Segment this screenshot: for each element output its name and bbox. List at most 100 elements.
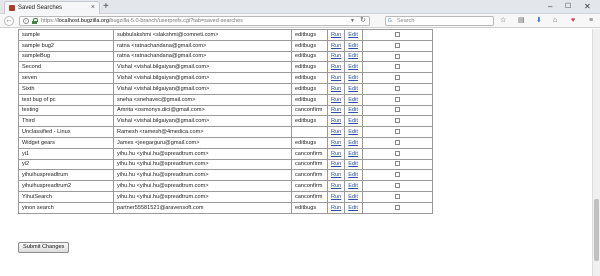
table-row: test bug of pc sneha <snehavec@gmail.com>… <box>18 93 434 106</box>
run-link[interactable]: Run <box>326 29 346 41</box>
show-in-footer-checkbox[interactable] <box>395 96 401 102</box>
table-row: sampleBug ratna <ratnachandana@gmail.com>… <box>18 50 434 63</box>
search-owner: sneha <snehavec@gmail.com> <box>113 93 292 106</box>
search-owner: yihu.hu <yihui.hu@spreadtrum.com> <box>113 180 292 192</box>
show-in-footer-cell <box>362 29 434 41</box>
run-link[interactable]: Run <box>326 126 346 138</box>
maximize-window-icon[interactable]: ☐ <box>565 2 571 12</box>
show-in-footer-checkbox[interactable] <box>395 129 401 135</box>
table-row: Third Vishal <vishal.bilgaiyan@gmail.com>… <box>18 115 434 128</box>
submit-changes-button[interactable]: Submit Changes <box>18 242 70 253</box>
show-in-footer-checkbox[interactable] <box>395 107 401 113</box>
table-row: Second Vishal <vishal.bilgaiyan@gmail.com… <box>18 61 434 74</box>
edit-link[interactable]: Edit <box>344 136 364 149</box>
run-link[interactable]: Run <box>326 104 346 117</box>
download-arrow-icon[interactable]: ⬇ <box>536 17 542 25</box>
url-bar[interactable]: i https://localhost.bugzilla.org/bugzill… <box>19 16 370 26</box>
run-link[interactable]: Run <box>326 190 346 203</box>
edit-link[interactable]: Edit <box>344 82 364 95</box>
search-name: Second <box>18 61 114 74</box>
site-info-icon[interactable]: i <box>23 18 29 24</box>
run-link[interactable]: Run <box>326 147 346 160</box>
search-name: Sixth <box>18 82 114 95</box>
show-in-footer-cell <box>362 201 434 214</box>
edit-link[interactable]: Edit <box>344 104 364 117</box>
show-in-footer-checkbox[interactable] <box>395 150 401 156</box>
run-link[interactable]: Run <box>326 39 346 52</box>
home-icon[interactable]: ⌂ <box>553 17 557 25</box>
hamburger-menu-icon[interactable]: ≡ <box>589 17 593 25</box>
search-bar[interactable]: G Search <box>385 16 494 26</box>
search-name: test bug of pc <box>18 93 114 106</box>
show-in-footer-checkbox[interactable] <box>395 118 401 124</box>
run-link[interactable]: Run <box>326 136 346 149</box>
search-group: editbugs <box>291 93 328 106</box>
reload-icon[interactable]: ↻ <box>360 17 366 25</box>
close-window-icon[interactable]: ✕ <box>584 2 591 12</box>
back-arrow-icon[interactable]: ← <box>4 16 14 26</box>
show-in-footer-cell <box>362 39 434 52</box>
show-in-footer-checkbox[interactable] <box>395 31 401 37</box>
show-in-footer-checkbox[interactable] <box>395 172 401 178</box>
edit-link[interactable]: Edit <box>344 180 364 192</box>
search-group: canconfirm <box>291 104 328 117</box>
table-row: YihuiSearch yihu.hu <yihui.hu@spreadtrum.… <box>18 190 434 203</box>
run-link[interactable]: Run <box>326 158 346 171</box>
show-in-footer-cell <box>362 50 434 63</box>
show-in-footer-checkbox[interactable] <box>395 64 401 70</box>
run-link[interactable]: Run <box>326 115 346 128</box>
run-link[interactable]: Run <box>326 180 346 192</box>
edit-link[interactable]: Edit <box>344 126 364 138</box>
run-link[interactable]: Run <box>326 93 346 106</box>
edit-link[interactable]: Edit <box>344 147 364 160</box>
saved-searches-rows: sample subbulakshmi <slakshmi@comneti.com… <box>18 29 434 214</box>
edit-link[interactable]: Edit <box>344 93 364 106</box>
show-in-footer-checkbox[interactable] <box>395 75 401 81</box>
show-in-footer-checkbox[interactable] <box>395 204 401 210</box>
new-tab-button[interactable]: + <box>103 1 109 13</box>
show-in-footer-checkbox[interactable] <box>395 139 401 145</box>
search-group: editbugs <box>291 115 328 128</box>
search-group: canconfirm <box>291 169 328 182</box>
bookmark-star-icon[interactable]: ☆ <box>500 17 506 25</box>
table-row: Sixth Vishal <vishal.bilgaiyan@gmail.com>… <box>18 82 434 95</box>
run-link[interactable]: Run <box>326 50 346 63</box>
edit-link[interactable]: Edit <box>344 190 364 203</box>
show-in-footer-cell <box>362 126 434 138</box>
edit-link[interactable]: Edit <box>344 169 364 182</box>
edit-link[interactable]: Edit <box>344 50 364 63</box>
close-tab-icon[interactable]: × <box>91 4 95 12</box>
edit-link[interactable]: Edit <box>344 201 364 214</box>
page-scrollbar[interactable] <box>592 29 600 276</box>
search-name: Third <box>18 115 114 128</box>
show-in-footer-checkbox[interactable] <box>395 193 401 199</box>
run-link[interactable]: Run <box>326 169 346 182</box>
search-name: YihuiSearch <box>18 190 114 203</box>
show-in-footer-checkbox[interactable] <box>395 85 401 91</box>
run-link[interactable]: Run <box>326 72 346 84</box>
show-in-footer-checkbox[interactable] <box>395 53 401 59</box>
edit-link[interactable]: Edit <box>344 158 364 171</box>
run-link[interactable]: Run <box>326 201 346 214</box>
url-text[interactable]: https://localhost.bugzilla.org/bugzilla-… <box>41 18 243 24</box>
run-link[interactable]: Run <box>326 82 346 95</box>
run-link[interactable]: Run <box>326 61 346 74</box>
show-in-footer-checkbox[interactable] <box>395 42 401 48</box>
edit-link[interactable]: Edit <box>344 61 364 74</box>
show-in-footer-checkbox[interactable] <box>395 183 401 189</box>
search-group: editbugs <box>291 50 328 63</box>
minimize-window-icon[interactable]: – <box>548 2 552 12</box>
edit-link[interactable]: Edit <box>344 72 364 84</box>
url-dropdown-icon[interactable]: ▼ <box>350 18 355 24</box>
reading-list-icon[interactable]: ▤ <box>518 17 525 25</box>
edit-link[interactable]: Edit <box>344 29 364 41</box>
table-row: sample subbulakshmi <slakshmi@comneti.com… <box>18 29 434 41</box>
table-row: yihuihuspreadtrum yihu.hu <yihui.hu@sprea… <box>18 169 434 182</box>
show-in-footer-checkbox[interactable] <box>395 161 401 167</box>
edit-link[interactable]: Edit <box>344 115 364 128</box>
browser-tab[interactable]: Saved Searches × <box>4 1 100 14</box>
search-engine-icon[interactable]: G <box>388 18 395 24</box>
pocket-icon[interactable]: ♥ <box>571 17 575 25</box>
edit-link[interactable]: Edit <box>344 39 364 52</box>
scrollbar-thumb[interactable] <box>594 199 599 261</box>
